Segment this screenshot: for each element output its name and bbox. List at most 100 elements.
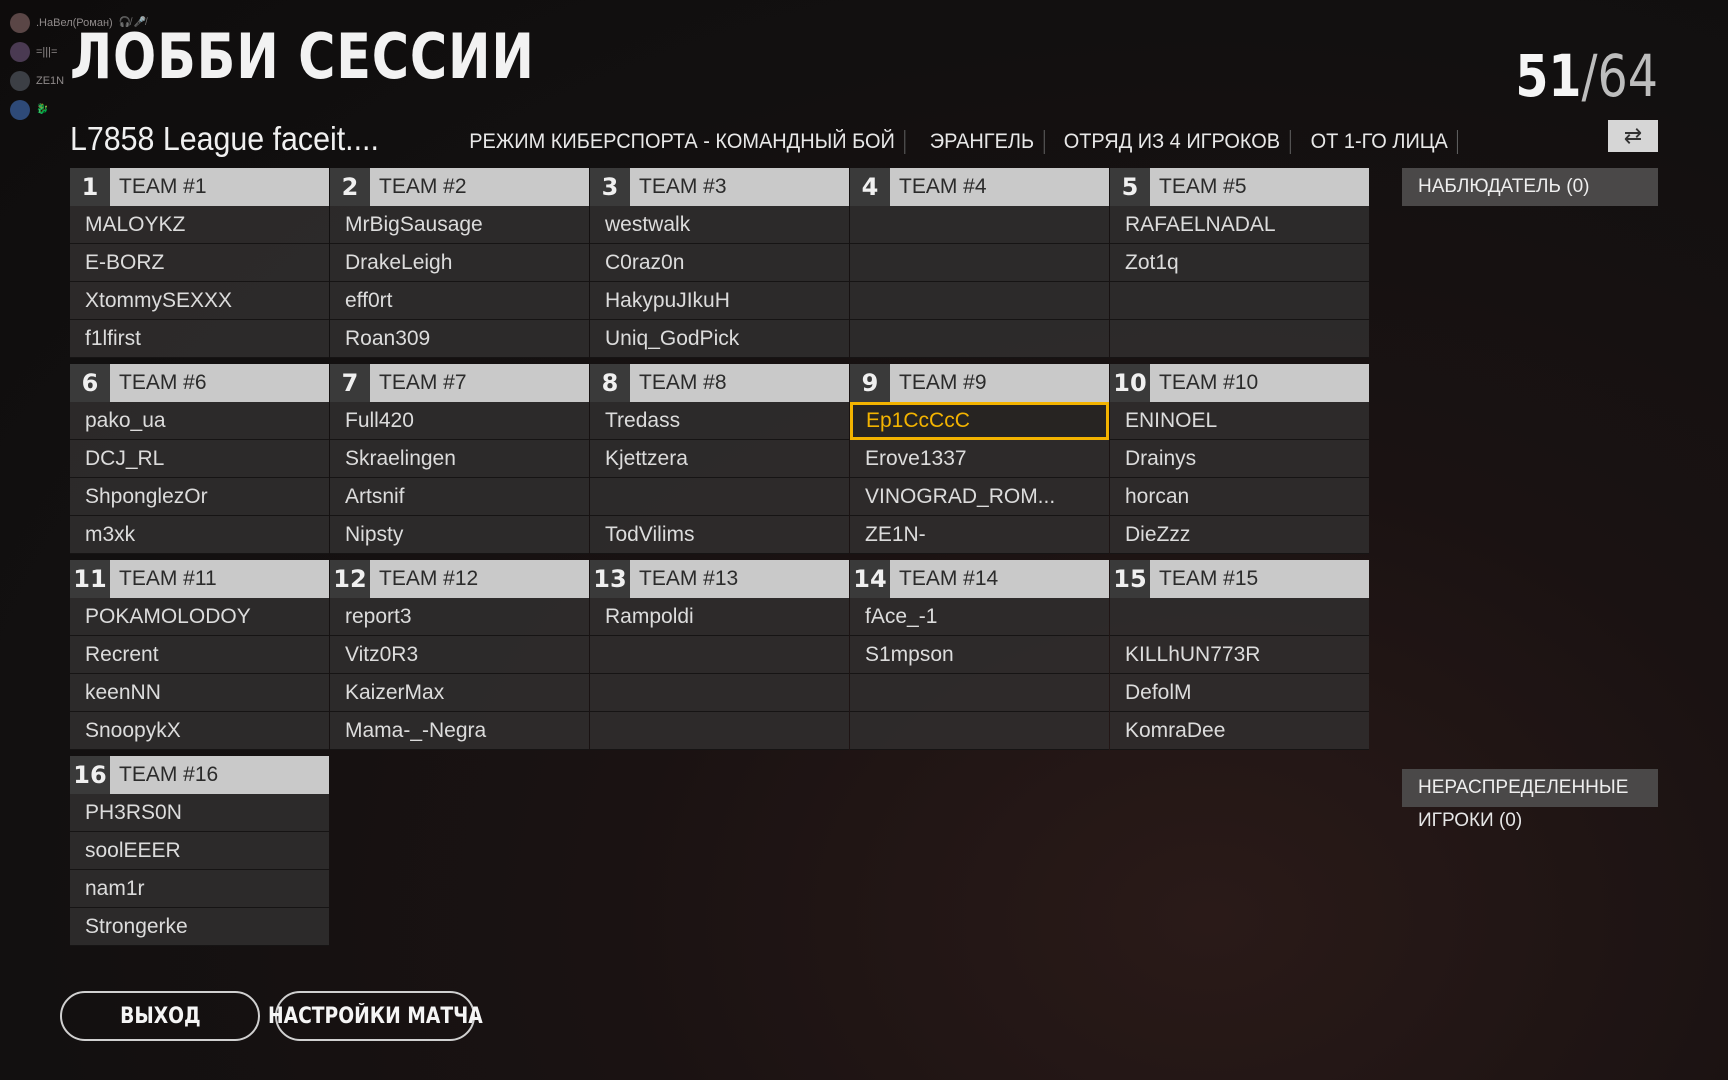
player-slot[interactable]: nam1r bbox=[70, 870, 329, 908]
team-header[interactable]: 5 TEAM #5 bbox=[1110, 168, 1369, 206]
player-slot[interactable]: ZE1N- bbox=[850, 516, 1109, 554]
player-slot[interactable]: keenNN bbox=[70, 674, 329, 712]
team-header[interactable]: 6 TEAM #6 bbox=[70, 364, 329, 402]
player-slot[interactable]: horcan bbox=[1110, 478, 1369, 516]
voice-member-name: ZE1N bbox=[36, 74, 65, 87]
player-slot[interactable]: DCJ_RL bbox=[70, 440, 329, 478]
empty-player-slot[interactable] bbox=[850, 674, 1109, 712]
empty-player-slot[interactable] bbox=[590, 478, 849, 516]
player-slot[interactable]: m3xk bbox=[70, 516, 329, 554]
team-name: TEAM #2 bbox=[370, 168, 589, 206]
player-slot[interactable]: eff0rt bbox=[330, 282, 589, 320]
player-slot[interactable]: KomraDee bbox=[1110, 712, 1369, 750]
empty-player-slot[interactable] bbox=[590, 636, 849, 674]
empty-player-slot[interactable] bbox=[590, 712, 849, 750]
player-slot[interactable]: TodVilims bbox=[590, 516, 849, 554]
player-slot[interactable]: DefolM bbox=[1110, 674, 1369, 712]
empty-player-slot[interactable] bbox=[850, 320, 1109, 358]
player-slot[interactable]: soolEEER bbox=[70, 832, 329, 870]
player-slot[interactable]: KILLhUN773R bbox=[1110, 636, 1369, 674]
player-slot[interactable]: fAce_-1 bbox=[850, 598, 1109, 636]
player-slot[interactable]: C0raz0n bbox=[590, 244, 849, 282]
mode-squad: ОТРЯД ИЗ 4 ИГРОКОВ bbox=[1054, 130, 1291, 154]
player-slot[interactable]: Drainys bbox=[1110, 440, 1369, 478]
team-card: 8 TEAM #8 Tredass Kjettzera TodVilims bbox=[590, 364, 849, 554]
empty-player-slot[interactable] bbox=[1110, 320, 1369, 358]
swap-button[interactable]: ⇄ bbox=[1608, 120, 1658, 152]
player-slot[interactable]: Zot1q bbox=[1110, 244, 1369, 282]
empty-player-slot[interactable] bbox=[850, 244, 1109, 282]
team-card: 14 TEAM #14 fAce_-1 S1mpson bbox=[850, 560, 1109, 750]
player-slot[interactable]: SnoopykX bbox=[70, 712, 329, 750]
player-slot[interactable]: pako_ua bbox=[70, 402, 329, 440]
player-slot[interactable]: XtommySEXXX bbox=[70, 282, 329, 320]
player-slot[interactable]: Skraelingen bbox=[330, 440, 589, 478]
player-slot[interactable]: Strongerke bbox=[70, 908, 329, 946]
player-slot[interactable]: POKAMOLODOY bbox=[70, 598, 329, 636]
empty-player-slot[interactable] bbox=[850, 282, 1109, 320]
empty-player-slot[interactable] bbox=[1110, 282, 1369, 320]
team-header[interactable]: 2 TEAM #2 bbox=[330, 168, 589, 206]
player-slot[interactable]: Vitz0R3 bbox=[330, 636, 589, 674]
empty-player-slot[interactable] bbox=[1110, 598, 1369, 636]
team-card: 12 TEAM #12 report3 Vitz0R3 KaizerMax Mama-_-… bbox=[330, 560, 589, 750]
team-header[interactable]: 16 TEAM #16 bbox=[70, 756, 329, 794]
player-slot[interactable]: ShponglezOr bbox=[70, 478, 329, 516]
player-slot[interactable]: S1mpson bbox=[850, 636, 1109, 674]
player-slot[interactable]: KaizerMax bbox=[330, 674, 589, 712]
team-header[interactable]: 13 TEAM #13 bbox=[590, 560, 849, 598]
team-name: TEAM #5 bbox=[1150, 168, 1369, 206]
unassigned-header[interactable]: НЕРАСПРЕДЕЛЕННЫЕ bbox=[1402, 769, 1658, 807]
player-slot[interactable]: f1lfirst bbox=[70, 320, 329, 358]
team-header[interactable]: 12 TEAM #12 bbox=[330, 560, 589, 598]
player-slot[interactable]: Recrent bbox=[70, 636, 329, 674]
team-header[interactable]: 7 TEAM #7 bbox=[330, 364, 589, 402]
player-slot[interactable]: Nipsty bbox=[330, 516, 589, 554]
player-slot[interactable]: Erove1337 bbox=[850, 440, 1109, 478]
player-slot[interactable]: RAFAELNADAL bbox=[1110, 206, 1369, 244]
team-card: 13 TEAM #13 Rampoldi bbox=[590, 560, 849, 750]
team-number: 9 bbox=[850, 364, 890, 402]
team-header[interactable]: 1 TEAM #1 bbox=[70, 168, 329, 206]
player-slot[interactable]: Full420 bbox=[330, 402, 589, 440]
player-slot[interactable]: Artsnif bbox=[330, 478, 589, 516]
team-header[interactable]: 15 TEAM #15 bbox=[1110, 560, 1369, 598]
exit-button[interactable]: ВЫХОД bbox=[60, 991, 260, 1041]
player-slot[interactable]: Uniq_GodPick bbox=[590, 320, 849, 358]
team-header[interactable]: 8 TEAM #8 bbox=[590, 364, 849, 402]
player-slot[interactable]: E-BORZ bbox=[70, 244, 329, 282]
team-header[interactable]: 3 TEAM #3 bbox=[590, 168, 849, 206]
team-header[interactable]: 4 TEAM #4 bbox=[850, 168, 1109, 206]
player-slot[interactable]: westwalk bbox=[590, 206, 849, 244]
player-slot[interactable]: HakypuJIkuH bbox=[590, 282, 849, 320]
empty-player-slot[interactable] bbox=[850, 712, 1109, 750]
team-header[interactable]: 9 TEAM #9 bbox=[850, 364, 1109, 402]
team-header[interactable]: 11 TEAM #11 bbox=[70, 560, 329, 598]
empty-player-slot[interactable] bbox=[850, 206, 1109, 244]
player-slot[interactable]: DrakeLeigh bbox=[330, 244, 589, 282]
player-slot[interactable]: Tredass bbox=[590, 402, 849, 440]
player-slot[interactable]: report3 bbox=[330, 598, 589, 636]
team-number: 5 bbox=[1110, 168, 1150, 206]
player-slot[interactable]: Mama-_-Negra bbox=[330, 712, 589, 750]
team-header[interactable]: 14 TEAM #14 bbox=[850, 560, 1109, 598]
player-slot[interactable]: VINOGRAD_ROM... bbox=[850, 478, 1109, 516]
team-header[interactable]: 10 TEAM #10 bbox=[1110, 364, 1369, 402]
player-slot[interactable]: Rampoldi bbox=[590, 598, 849, 636]
player-slot[interactable]: Ep1CcCcC bbox=[850, 402, 1109, 440]
player-slot[interactable]: PH3RS0N bbox=[70, 794, 329, 832]
player-slot[interactable]: DieZzz bbox=[1110, 516, 1369, 554]
player-slot[interactable]: Roan309 bbox=[330, 320, 589, 358]
player-slot[interactable]: MALOYKZ bbox=[70, 206, 329, 244]
player-slot[interactable]: MrBigSausage bbox=[330, 206, 589, 244]
team-name: TEAM #16 bbox=[110, 756, 329, 794]
empty-player-slot[interactable] bbox=[590, 674, 849, 712]
team-number: 11 bbox=[70, 560, 110, 598]
user-avatar-icon bbox=[10, 70, 30, 91]
match-settings-button[interactable]: НАСТРОЙКИ МАТЧА bbox=[268, 991, 482, 1041]
team-card: 4 TEAM #4 bbox=[850, 168, 1109, 358]
observers-header[interactable]: НАБЛЮДАТЕЛЬ (0) bbox=[1402, 168, 1658, 206]
team-number: 8 bbox=[590, 364, 630, 402]
player-slot[interactable]: ENINOEL bbox=[1110, 402, 1369, 440]
player-slot[interactable]: Kjettzera bbox=[590, 440, 849, 478]
